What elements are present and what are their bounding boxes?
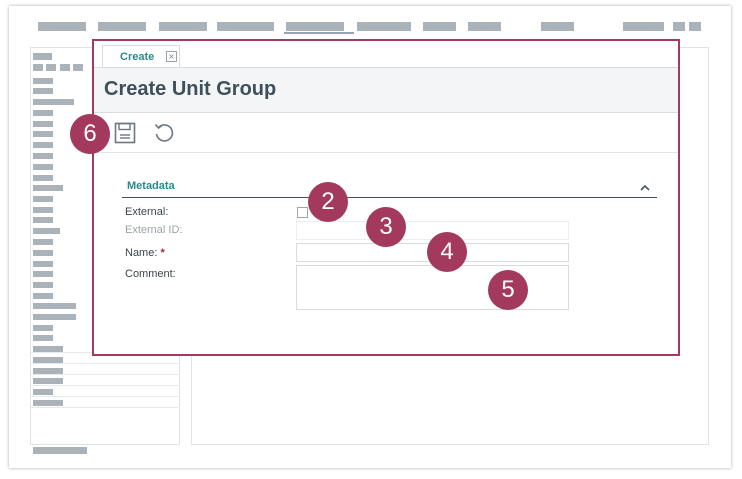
sidebar-placeholder[interactable] <box>33 400 63 406</box>
footer-placeholder <box>33 447 87 454</box>
nav-item[interactable] <box>159 22 207 31</box>
sidebar-placeholder[interactable] <box>73 64 83 71</box>
sidebar-placeholder[interactable] <box>33 153 53 159</box>
sidebar-placeholder[interactable] <box>33 164 53 170</box>
sidebar-divider <box>31 363 178 364</box>
sidebar-placeholder[interactable] <box>33 121 53 127</box>
nav-item[interactable] <box>357 22 411 31</box>
close-icon[interactable]: × <box>166 51 177 62</box>
sidebar-divider <box>31 407 178 408</box>
sidebar-placeholder[interactable] <box>33 217 53 223</box>
nav-item[interactable] <box>623 22 664 31</box>
nav-icon[interactable] <box>689 22 701 31</box>
name-label: Name: * <box>125 247 165 259</box>
sidebar-divider <box>31 374 178 375</box>
comment-label: Comment: <box>125 268 176 280</box>
external-id-label: External ID: <box>125 224 183 236</box>
save-button[interactable] <box>113 121 137 145</box>
sidebar-placeholder[interactable] <box>33 314 76 320</box>
sidebar-placeholder[interactable] <box>33 64 43 71</box>
sidebar-placeholder[interactable] <box>33 131 53 137</box>
page-title: Create Unit Group <box>104 78 277 100</box>
callout-badge-external-id: 3 <box>366 207 406 247</box>
sidebar-placeholder[interactable] <box>33 99 74 105</box>
nav-item[interactable] <box>98 22 146 31</box>
nav-item[interactable] <box>38 22 86 31</box>
reset-button[interactable] <box>152 121 176 145</box>
comment-field[interactable] <box>296 265 569 310</box>
sidebar-placeholder[interactable] <box>33 207 53 213</box>
sidebar-divider <box>31 385 178 386</box>
sidebar-divider <box>31 396 178 397</box>
sidebar-placeholder[interactable] <box>33 88 53 94</box>
sidebar-placeholder[interactable] <box>33 185 63 191</box>
sidebar-placeholder[interactable] <box>33 239 53 245</box>
sidebar-placeholder[interactable] <box>60 64 70 71</box>
name-label-text: Name: <box>125 247 158 259</box>
save-icon <box>114 122 136 144</box>
toolbar-divider <box>94 152 678 153</box>
sidebar-placeholder[interactable] <box>33 196 53 202</box>
nav-icon[interactable] <box>673 22 685 31</box>
sidebar-placeholder[interactable] <box>33 303 76 309</box>
sidebar-placeholder[interactable] <box>33 293 53 299</box>
nav-item[interactable] <box>541 22 574 31</box>
nav-item-active[interactable] <box>286 22 344 31</box>
sidebar-placeholder[interactable] <box>33 110 53 116</box>
sidebar-placeholder[interactable] <box>33 53 52 60</box>
sidebar-placeholder[interactable] <box>33 261 53 267</box>
sidebar-placeholder[interactable] <box>33 250 53 256</box>
sidebar-placeholder[interactable] <box>33 378 63 384</box>
external-label: External: <box>125 206 169 218</box>
tab-label: Create <box>120 51 155 63</box>
nav-active-indicator <box>284 32 354 34</box>
sidebar-placeholder[interactable] <box>33 271 53 277</box>
callout-badge-external: 2 <box>308 182 348 222</box>
sidebar-placeholder[interactable] <box>33 228 60 234</box>
sidebar-placeholder[interactable] <box>33 175 53 181</box>
undo-icon <box>154 123 174 142</box>
sidebar-placeholder[interactable] <box>46 64 56 71</box>
sidebar-placeholder[interactable] <box>33 282 53 288</box>
nav-item[interactable] <box>423 22 456 31</box>
create-dialog: Create × Create Unit Group Metadata Exte… <box>92 39 680 356</box>
external-checkbox[interactable] <box>297 207 308 218</box>
callout-badge-comment: 5 <box>488 270 528 310</box>
sidebar-placeholder[interactable] <box>33 325 53 331</box>
sidebar-placeholder[interactable] <box>33 335 53 341</box>
nav-item[interactable] <box>217 22 274 31</box>
tab-create[interactable]: Create × <box>102 45 180 68</box>
section-title-metadata[interactable]: Metadata <box>127 180 175 192</box>
callout-badge-save: 6 <box>70 114 110 154</box>
dialog-header: Create Unit Group <box>94 68 678 113</box>
section-divider <box>122 197 657 198</box>
sidebar-placeholder[interactable] <box>33 389 53 395</box>
nav-item[interactable] <box>468 22 501 31</box>
chevron-up-icon[interactable] <box>639 181 651 193</box>
required-marker: * <box>160 247 165 259</box>
callout-badge-name: 4 <box>427 232 467 272</box>
sidebar-placeholder[interactable] <box>33 78 53 84</box>
sidebar-placeholder[interactable] <box>33 142 53 148</box>
